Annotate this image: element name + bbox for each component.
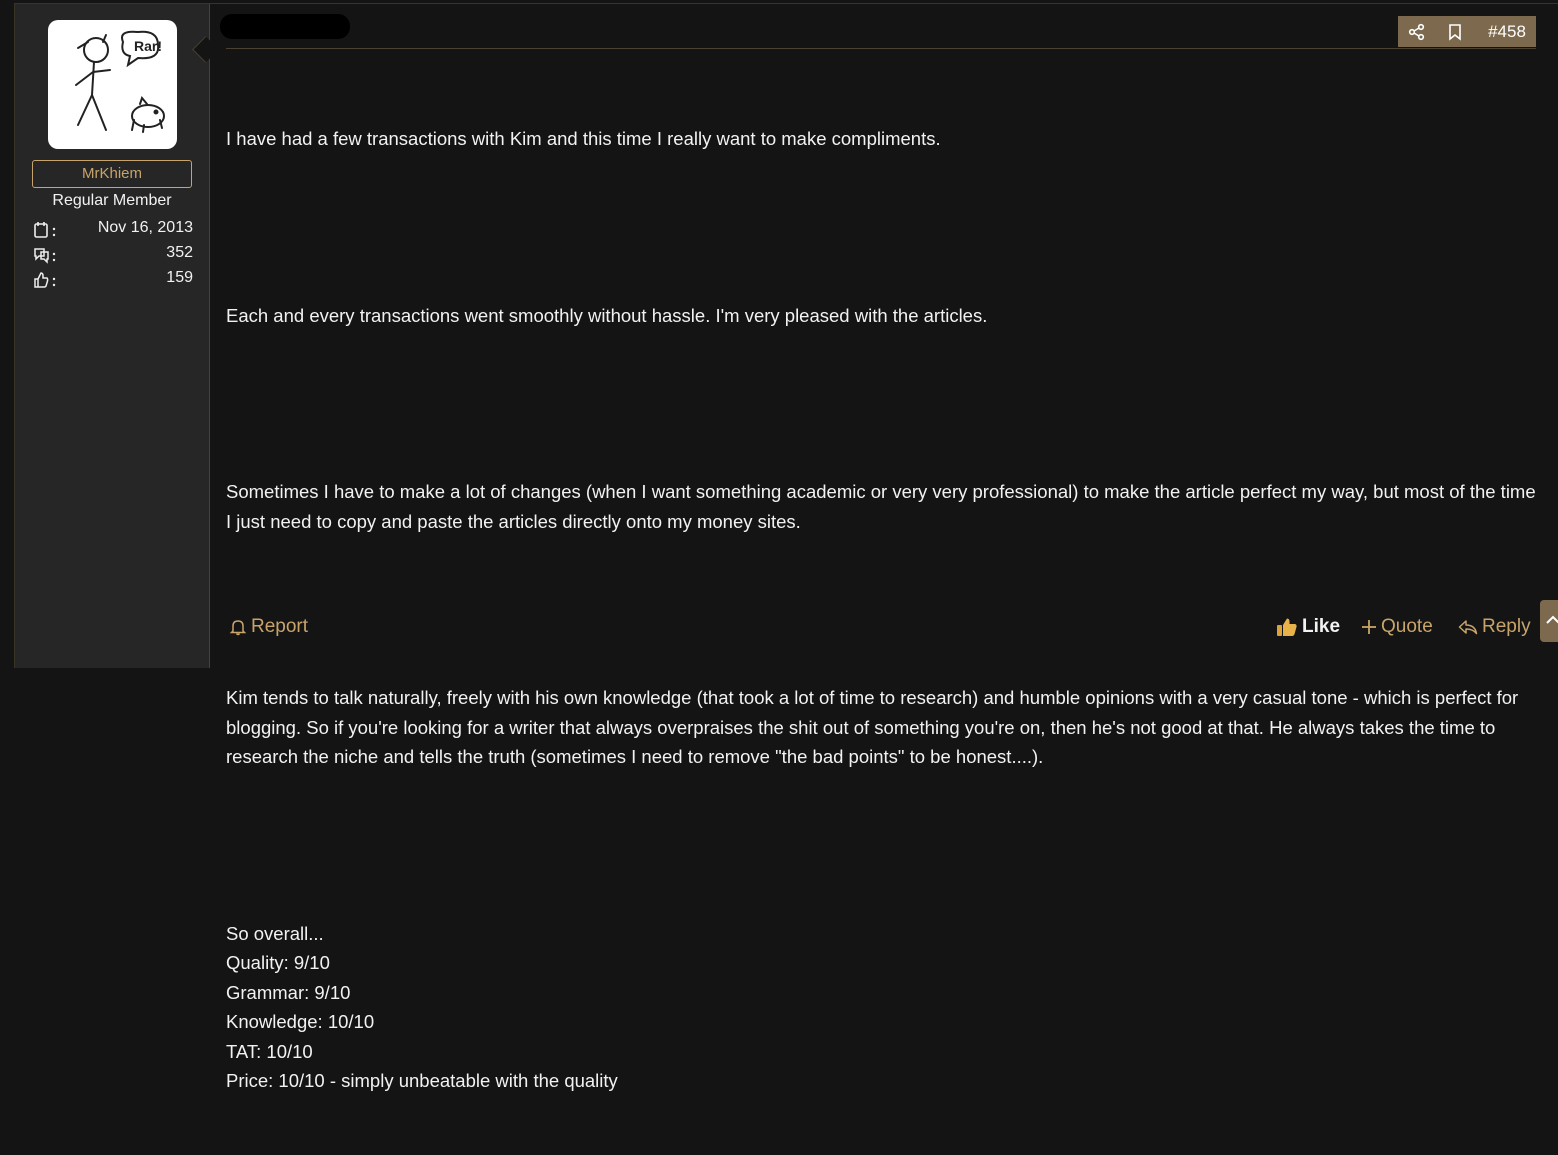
quote-label: Quote — [1381, 616, 1433, 637]
like-icon — [1277, 618, 1297, 636]
bookmark-icon — [1449, 23, 1461, 41]
redacted-date — [220, 14, 350, 39]
avatar-caption: Rar! — [134, 38, 162, 54]
avatar[interactable]: Rar! — [48, 20, 177, 149]
stat-joined: Nov 16, 2013 — [33, 219, 193, 241]
report-link[interactable]: Report — [229, 614, 308, 640]
post-body: I have had a few transactions with Kim a… — [226, 65, 1536, 1155]
stat-messages-value: 352 — [166, 244, 193, 261]
quote-button[interactable]: Quote — [1361, 614, 1433, 640]
post-paragraph: I have had a few transactions with Kim a… — [226, 128, 941, 149]
reply-button[interactable]: Reply — [1458, 614, 1531, 640]
username-link[interactable]: MrKhiem — [32, 160, 192, 188]
post-number-link[interactable]: #458 — [1482, 16, 1532, 47]
bell-icon — [229, 620, 247, 636]
plus-icon — [1362, 620, 1376, 634]
post-paragraph: Sometimes I have to make a lot of change… — [226, 481, 1541, 532]
report-label: Report — [251, 616, 309, 637]
like-label: Like — [1302, 616, 1341, 637]
user-sidebar: Rar! MrKhiem Regular Member Nov 16, 2013 — [15, 4, 210, 668]
post-paragraph: Kim tends to talk naturally, freely with… — [226, 687, 1524, 767]
share-button[interactable] — [1404, 16, 1430, 47]
post-ratings: So overall... Quality: 9/10 Grammar: 9/1… — [226, 922, 618, 1092]
post-paragraph: Each and every transactions went smoothl… — [226, 304, 988, 326]
share-icon — [1408, 23, 1425, 40]
stat-messages: 352 — [33, 244, 193, 266]
reply-icon — [1458, 620, 1478, 635]
like-button[interactable]: Like — [1276, 614, 1340, 640]
stat-reactions-value: 159 — [166, 269, 193, 286]
stat-reactions: 159 — [33, 269, 193, 291]
messages-icon — [33, 246, 59, 264]
user-role: Regular Member — [52, 192, 172, 209]
chevron-up-icon — [1546, 615, 1558, 624]
stat-joined-value: Nov 16, 2013 — [97, 219, 193, 236]
thumbs-up-icon — [33, 271, 59, 289]
reply-label: Reply — [1482, 616, 1531, 637]
avatar-drawing: Rar! — [75, 30, 165, 133]
post-toolbar: #458 — [1398, 16, 1536, 47]
scroll-to-top-button[interactable] — [1540, 600, 1558, 642]
post-container: Rar! MrKhiem Regular Member Nov 16, 2013 — [14, 3, 1558, 1091]
header-divider — [226, 48, 1536, 49]
bookmark-button[interactable] — [1442, 16, 1468, 47]
calendar-icon — [33, 221, 59, 239]
